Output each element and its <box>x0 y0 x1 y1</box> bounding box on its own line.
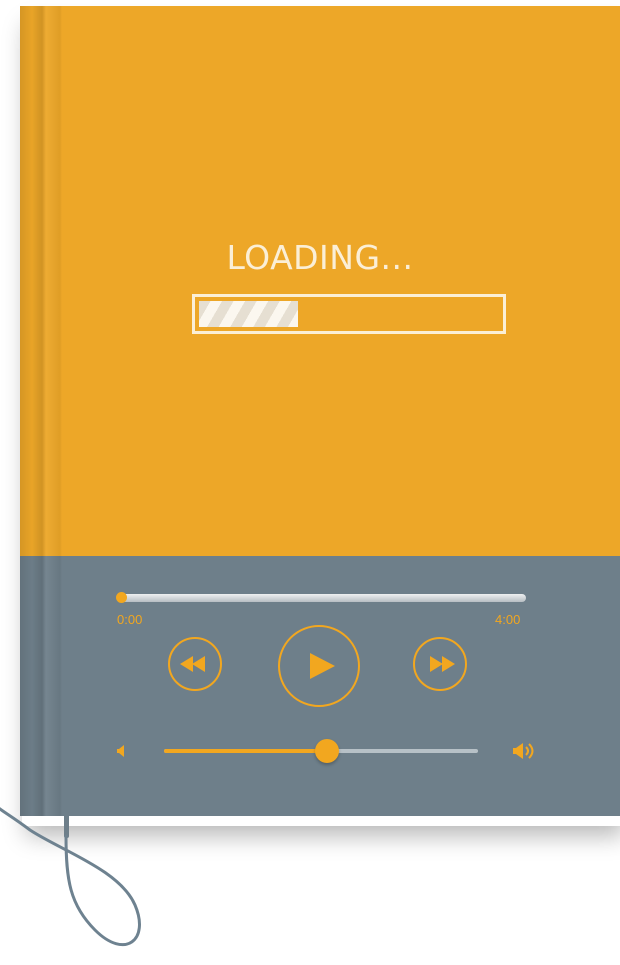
volume-high-icon[interactable] <box>511 741 541 761</box>
loading-progress-fill <box>199 301 298 327</box>
seek-bar[interactable] <box>120 594 526 602</box>
total-time: 4:00 <box>495 612 521 627</box>
play-button[interactable] <box>278 625 360 707</box>
rewind-button[interactable] <box>168 637 222 691</box>
volume-handle[interactable] <box>315 739 339 763</box>
loading-label: LOADING... <box>226 238 414 277</box>
fast-forward-button[interactable] <box>413 637 467 691</box>
loading-progress-bar <box>192 294 506 334</box>
stage: LOADING... 0:00 4:00 <box>0 0 620 965</box>
rewind-icon <box>180 656 205 672</box>
current-time: 0:00 <box>117 612 143 627</box>
fast-forward-icon <box>430 656 455 672</box>
volume-low-icon[interactable] <box>115 744 129 758</box>
cover-top-panel <box>20 6 620 556</box>
volume-fill <box>164 749 327 753</box>
seek-handle[interactable] <box>116 592 127 603</box>
book-spine <box>20 6 62 816</box>
play-icon <box>310 653 335 679</box>
